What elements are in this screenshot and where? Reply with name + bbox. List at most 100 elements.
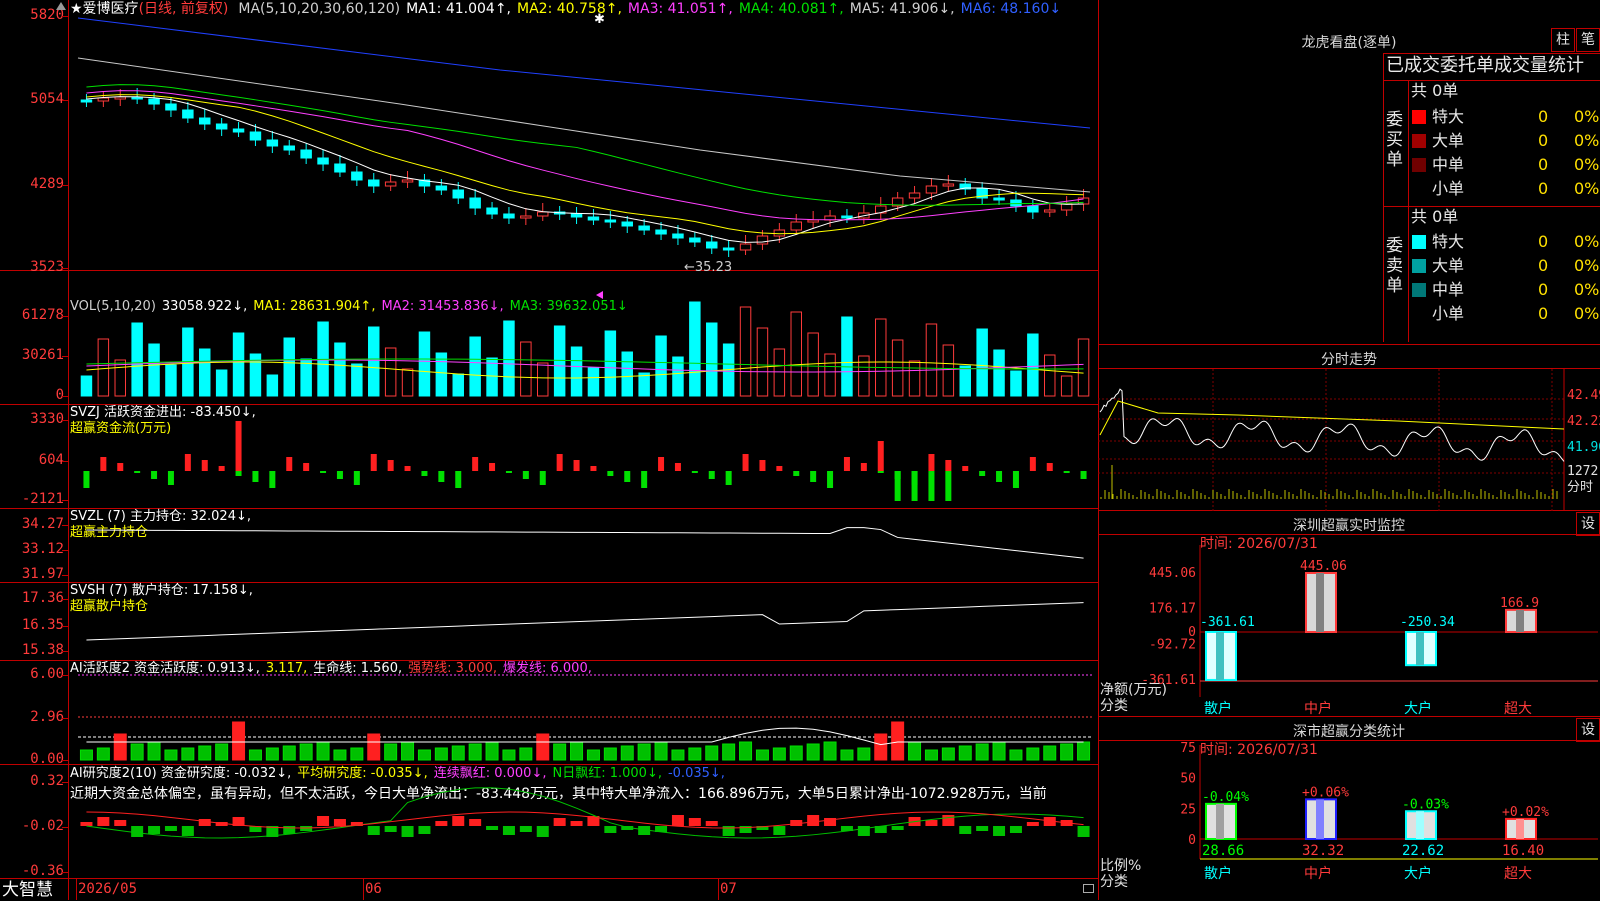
axis-tick-label: 61278 bbox=[2, 307, 64, 323]
research-bar bbox=[80, 822, 92, 826]
research-bar bbox=[317, 816, 329, 826]
volume-bar bbox=[98, 339, 108, 396]
volume-bar bbox=[352, 364, 362, 396]
header-value: SVZJ 活跃资金进出: -83.450↓, bbox=[70, 405, 256, 420]
candle-body bbox=[132, 97, 142, 99]
activity-bar bbox=[537, 734, 549, 760]
axis-tick-label: 2.96 bbox=[2, 709, 64, 725]
header-value: MA2: 31453.836↓, bbox=[381, 299, 503, 314]
volume-bar bbox=[909, 361, 919, 396]
candle-body bbox=[774, 230, 784, 236]
candle-body bbox=[301, 150, 311, 158]
legend-swatch bbox=[1412, 134, 1426, 148]
stats-axis-label: 0 bbox=[1188, 833, 1196, 848]
axis-tick bbox=[62, 185, 69, 186]
volume-bar bbox=[1028, 334, 1038, 396]
candle-body bbox=[588, 217, 598, 220]
header-value: MA4: 40.081↑, bbox=[739, 1, 844, 17]
volume-bar bbox=[132, 323, 142, 396]
flow-bar bbox=[624, 471, 630, 482]
research-bar bbox=[993, 826, 1005, 836]
research-bar bbox=[604, 826, 616, 833]
monitor-bar-shade bbox=[1216, 632, 1224, 680]
chart-area[interactable]: 5820 5054 4289 3523 61278 30261 0 3330 604 -2121 3… bbox=[0, 0, 1098, 900]
activity-bar bbox=[182, 748, 194, 760]
volume-bar bbox=[673, 357, 683, 396]
volume-bar bbox=[233, 333, 243, 396]
volume-bar bbox=[216, 370, 226, 396]
lhb-row-pct: 0% bbox=[1574, 230, 1599, 254]
monitor-category-label: 大户 bbox=[1404, 700, 1432, 717]
lock-icon[interactable] bbox=[1083, 884, 1094, 893]
date-label: 06 bbox=[365, 881, 382, 897]
research-bar bbox=[892, 826, 904, 830]
volume-bar bbox=[1011, 371, 1021, 396]
stock-name[interactable]: ★爱博医疗 bbox=[70, 1, 139, 17]
research-bar bbox=[1027, 822, 1039, 826]
flow-bar bbox=[844, 457, 850, 471]
flow-bar bbox=[658, 457, 664, 471]
bar-view-button[interactable]: 柱 bbox=[1551, 28, 1575, 52]
flow-bar bbox=[286, 457, 292, 471]
flow-bar bbox=[878, 441, 884, 471]
activity-bar bbox=[621, 746, 633, 760]
up-arrow-icon[interactable] bbox=[56, 2, 66, 10]
flow-bar bbox=[1047, 463, 1053, 471]
candle-body bbox=[216, 124, 226, 129]
flow-bar bbox=[861, 463, 867, 471]
tick-view-button[interactable]: 笔 bbox=[1576, 28, 1600, 52]
activity-bar bbox=[368, 734, 380, 760]
volume-bar bbox=[656, 336, 666, 396]
intraday-chart[interactable] bbox=[1098, 369, 1600, 511]
research-bar bbox=[486, 826, 498, 830]
header-value: MA3: 39632.051↓ bbox=[510, 299, 628, 314]
axis-tick-label: -0.02 bbox=[2, 818, 64, 834]
research-bar bbox=[131, 826, 143, 837]
candle-body bbox=[825, 216, 835, 220]
axis-divider bbox=[68, 0, 69, 900]
research-bar bbox=[1010, 826, 1022, 833]
candle-body bbox=[470, 198, 480, 208]
activity-bar bbox=[740, 742, 752, 760]
activity-bar bbox=[858, 748, 870, 760]
research-bar bbox=[621, 826, 633, 830]
flow-bar bbox=[202, 460, 208, 471]
candle-body bbox=[521, 216, 531, 218]
candle-body bbox=[994, 198, 1004, 200]
activity-bar bbox=[97, 748, 109, 760]
activity-bar bbox=[1044, 746, 1056, 760]
axis-tick bbox=[62, 872, 69, 873]
flow-bar bbox=[590, 466, 596, 471]
header-value: MA3: 41.051↑, bbox=[628, 1, 733, 17]
activity-bar bbox=[875, 734, 887, 760]
stats-category-label: 散户 bbox=[1204, 865, 1232, 882]
flow-bar bbox=[489, 463, 495, 471]
research-bar bbox=[706, 821, 718, 826]
stats-settings-button[interactable]: 设 bbox=[1576, 718, 1600, 742]
flow-bar bbox=[472, 457, 478, 471]
axis-tick bbox=[62, 675, 69, 676]
activity-bar bbox=[925, 750, 937, 760]
monitor-settings-button[interactable]: 设 bbox=[1576, 512, 1600, 536]
volume-bar bbox=[436, 353, 446, 396]
research-bar bbox=[942, 815, 954, 826]
research-bar bbox=[587, 816, 599, 826]
lhb-row-value: 0 bbox=[1538, 105, 1548, 129]
volume-bar bbox=[605, 331, 615, 396]
candle-body bbox=[115, 97, 125, 99]
axis-tick bbox=[62, 100, 69, 101]
research-bar bbox=[807, 815, 819, 826]
kline-chart[interactable] bbox=[0, 0, 1098, 900]
header-value: MA2: 40.758↑, bbox=[517, 1, 622, 17]
date-tick bbox=[718, 878, 719, 900]
candle-body bbox=[1045, 210, 1055, 212]
stats-category-label: 中户 bbox=[1304, 865, 1332, 882]
stats-bar-shade bbox=[1516, 819, 1524, 839]
monitor-xlabel: 分类 bbox=[1100, 698, 1128, 714]
svsh-sub: 超赢散户持仓 bbox=[70, 599, 148, 614]
lhb-row-value: 0 bbox=[1538, 153, 1548, 177]
flow-bar bbox=[151, 471, 157, 479]
research-bar bbox=[655, 826, 667, 832]
volume-bar bbox=[808, 333, 818, 396]
activity-bar bbox=[841, 750, 853, 760]
